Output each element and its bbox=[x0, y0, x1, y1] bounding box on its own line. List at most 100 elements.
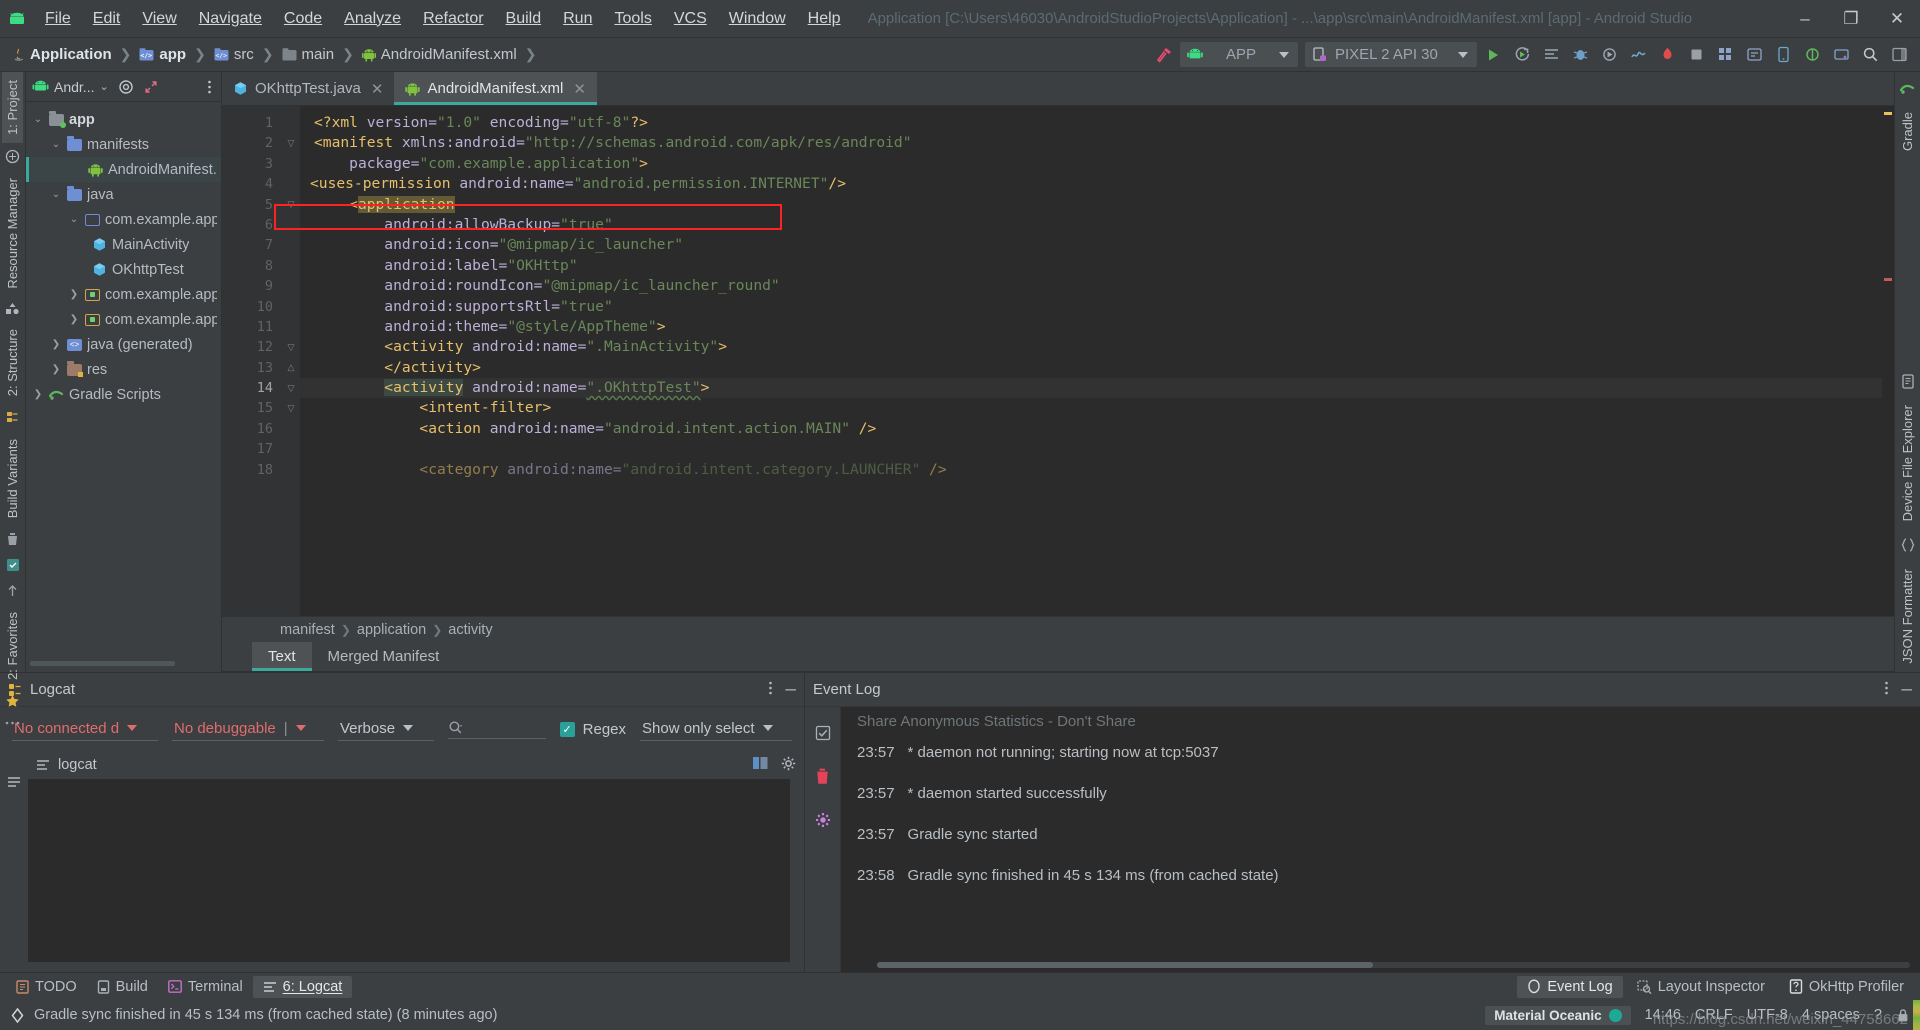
logcat-device-filter[interactable]: No connected d bbox=[12, 718, 158, 741]
sidebar-tab-resource-manager[interactable]: Resource Manager bbox=[2, 170, 23, 297]
project-tree-hscrollbar[interactable] bbox=[30, 661, 216, 666]
debug-icon[interactable] bbox=[1567, 42, 1593, 68]
tree-node-java[interactable]: ⌄ java bbox=[26, 182, 221, 207]
menu-code[interactable]: Code bbox=[273, 6, 333, 32]
menu-vcs[interactable]: VCS bbox=[663, 6, 718, 32]
apply-code-changes-icon[interactable] bbox=[1538, 42, 1564, 68]
mark-all-read-icon[interactable] bbox=[815, 725, 831, 746]
tree-node-package-androidtest[interactable]: ❯ com.example.applic bbox=[26, 282, 221, 307]
menu-edit[interactable]: Edit bbox=[82, 6, 132, 32]
menu-view[interactable]: View bbox=[131, 6, 187, 32]
tree-node-android-manifest[interactable]: AndroidManifest.xml bbox=[26, 157, 221, 182]
chevron-right-icon[interactable]: ❯ bbox=[68, 289, 80, 300]
breadcrumb-application[interactable]: Application bbox=[8, 44, 116, 65]
menu-tools[interactable]: Tools bbox=[603, 6, 662, 32]
breadcrumb-src[interactable]: </> src bbox=[210, 44, 258, 65]
tree-node-app[interactable]: ⌄ app bbox=[26, 107, 221, 132]
make-project-hammer-icon[interactable] bbox=[1151, 42, 1177, 68]
more-options-icon[interactable] bbox=[3, 720, 23, 726]
tab-text[interactable]: Text bbox=[252, 642, 312, 671]
locate-file-icon[interactable] bbox=[118, 79, 134, 95]
search-everywhere-icon[interactable] bbox=[1857, 42, 1883, 68]
chevron-down-icon[interactable]: ⌄ bbox=[50, 139, 62, 150]
chevron-right-icon[interactable]: ❯ bbox=[50, 364, 62, 375]
tool-window-layout-inspector[interactable]: Layout Inspector bbox=[1627, 976, 1775, 998]
tool-window-event-log[interactable]: Event Log bbox=[1517, 975, 1623, 998]
event-log-options-icon[interactable] bbox=[1884, 680, 1889, 700]
sidebar-tab-device-file-explorer[interactable]: Device File Explorer bbox=[1897, 397, 1918, 529]
resource-manager-glyph-icon[interactable] bbox=[3, 149, 23, 164]
close-button[interactable]: ✕ bbox=[1874, 0, 1920, 38]
theme-indicator[interactable]: Material Oceanic bbox=[1485, 1005, 1631, 1025]
tree-node-main-activity[interactable]: MainActivity bbox=[26, 232, 221, 257]
caret-position[interactable]: 14:46 bbox=[1645, 1007, 1681, 1023]
menu-refactor[interactable]: Refactor bbox=[412, 6, 494, 32]
minimize-button[interactable]: – bbox=[1782, 0, 1828, 38]
delete-icon[interactable] bbox=[3, 532, 23, 546]
run-button[interactable] bbox=[1480, 42, 1506, 68]
favorites-square-icon[interactable] bbox=[3, 558, 23, 572]
event-log-minimize-icon[interactable]: – bbox=[1901, 680, 1912, 699]
code-folding-gutter[interactable]: ▽ ▽ ▽ △ ▽ ▽ bbox=[282, 106, 300, 616]
tool-window-okhttp-profiler[interactable]: OkHttp Profiler bbox=[1779, 976, 1914, 998]
sdk-manager-icon[interactable] bbox=[1741, 42, 1767, 68]
project-options-icon[interactable] bbox=[207, 79, 215, 95]
chevron-right-icon[interactable]: ❯ bbox=[32, 389, 44, 400]
logcat-process-filter[interactable]: No debuggable | bbox=[172, 718, 324, 741]
warning-marker[interactable] bbox=[1884, 112, 1892, 115]
structure-breadcrumb[interactable]: manifest ❯ application ❯ activity bbox=[222, 616, 1894, 642]
device-selector[interactable]: PIXEL 2 API 30 bbox=[1305, 42, 1477, 67]
structure-crumb-application[interactable]: application bbox=[357, 622, 426, 638]
fold-marker-collapse[interactable]: ▽ bbox=[282, 337, 300, 357]
close-icon[interactable]: ✕ bbox=[573, 80, 586, 98]
collapse-all-icon[interactable] bbox=[143, 79, 159, 95]
sidebar-tab-json-formatter[interactable]: JSON Formatter bbox=[1897, 561, 1918, 672]
menu-help[interactable]: Help bbox=[797, 6, 852, 32]
menu-analyze[interactable]: Analyze bbox=[333, 6, 412, 32]
avd-manager-icon[interactable] bbox=[1654, 42, 1680, 68]
editor-tab-androidmanifest-xml[interactable]: AndroidManifest.xml ✕ bbox=[394, 72, 598, 105]
lock-icon[interactable] bbox=[1896, 1008, 1910, 1023]
menu-navigate[interactable]: Navigate bbox=[188, 6, 273, 32]
breadcrumb-app[interactable]: </> app bbox=[135, 44, 190, 65]
logcat-wrap-icon[interactable] bbox=[752, 756, 769, 774]
tree-node-java-generated[interactable]: ❯ <> java (generated) bbox=[26, 332, 221, 357]
fold-marker-collapse[interactable]: ▽ bbox=[282, 133, 300, 153]
editor-tab-okhttptest-java[interactable]: OKhttpTest.java ✕ bbox=[222, 72, 394, 105]
layout-toggle-icon[interactable] bbox=[1886, 42, 1912, 68]
breadcrumb[interactable]: Application ❯ </> app ❯ </> src ❯ main ❯ bbox=[8, 44, 540, 65]
chevron-down-icon[interactable]: ⌄ bbox=[32, 114, 44, 125]
tool-window-build[interactable]: Build bbox=[87, 976, 158, 998]
clear-all-icon[interactable] bbox=[815, 768, 830, 790]
checkbox-checked-icon[interactable]: ✓ bbox=[559, 721, 575, 737]
logcat-search-input[interactable] bbox=[448, 719, 546, 739]
sidebar-tab-project[interactable]: 1: Project bbox=[2, 72, 23, 143]
sidebar-tab-structure[interactable]: 2: Structure bbox=[2, 321, 23, 404]
breadcrumb-manifest[interactable]: AndroidManifest.xml bbox=[358, 44, 521, 65]
profiler-icon[interactable] bbox=[1625, 42, 1651, 68]
tab-merged-manifest[interactable]: Merged Manifest bbox=[312, 642, 456, 671]
resource-shapes-icon[interactable] bbox=[3, 302, 23, 315]
code-editor[interactable]: 1 2 3 4 5 6 7 8 9 10 11 12 13 14 15 16 1 bbox=[222, 106, 1894, 616]
logcat-regex-toggle[interactable]: ✓ Regex bbox=[559, 721, 626, 738]
logcat-scope-filter[interactable]: Show only select bbox=[640, 718, 792, 741]
gradle-icon[interactable] bbox=[1898, 78, 1918, 98]
project-view-selector[interactable]: Andr... ⌄ bbox=[32, 79, 109, 95]
run-configuration-selector[interactable]: APP bbox=[1180, 42, 1298, 67]
sidebar-tab-favorites[interactable]: 2: Favorites bbox=[2, 604, 23, 688]
editor-mode-tabs[interactable]: Text Merged Manifest bbox=[222, 642, 1894, 672]
chevron-right-icon[interactable]: ❯ bbox=[50, 339, 62, 350]
menu-file[interactable]: File bbox=[34, 6, 82, 32]
event-log-hscrollbar[interactable] bbox=[877, 962, 1910, 968]
tool-window-logcat[interactable]: 6: Logcat bbox=[252, 975, 353, 998]
attach-debugger-icon[interactable] bbox=[1596, 42, 1622, 68]
file-encoding[interactable]: UTF-8 bbox=[1747, 1007, 1788, 1023]
logcat-settings-gear-icon[interactable] bbox=[781, 756, 796, 775]
menu-bar[interactable]: File Edit View Navigate Code Analyze Ref… bbox=[34, 6, 852, 32]
line-separator[interactable]: CRLF bbox=[1695, 1007, 1733, 1023]
maximize-button[interactable]: ❐ bbox=[1828, 0, 1874, 38]
logcat-level-filter[interactable]: Verbose bbox=[338, 718, 434, 741]
stop-icon[interactable] bbox=[1683, 42, 1709, 68]
fold-marker-collapse[interactable]: ▽ bbox=[282, 398, 300, 418]
json-formatter-icon[interactable] bbox=[1898, 535, 1918, 555]
